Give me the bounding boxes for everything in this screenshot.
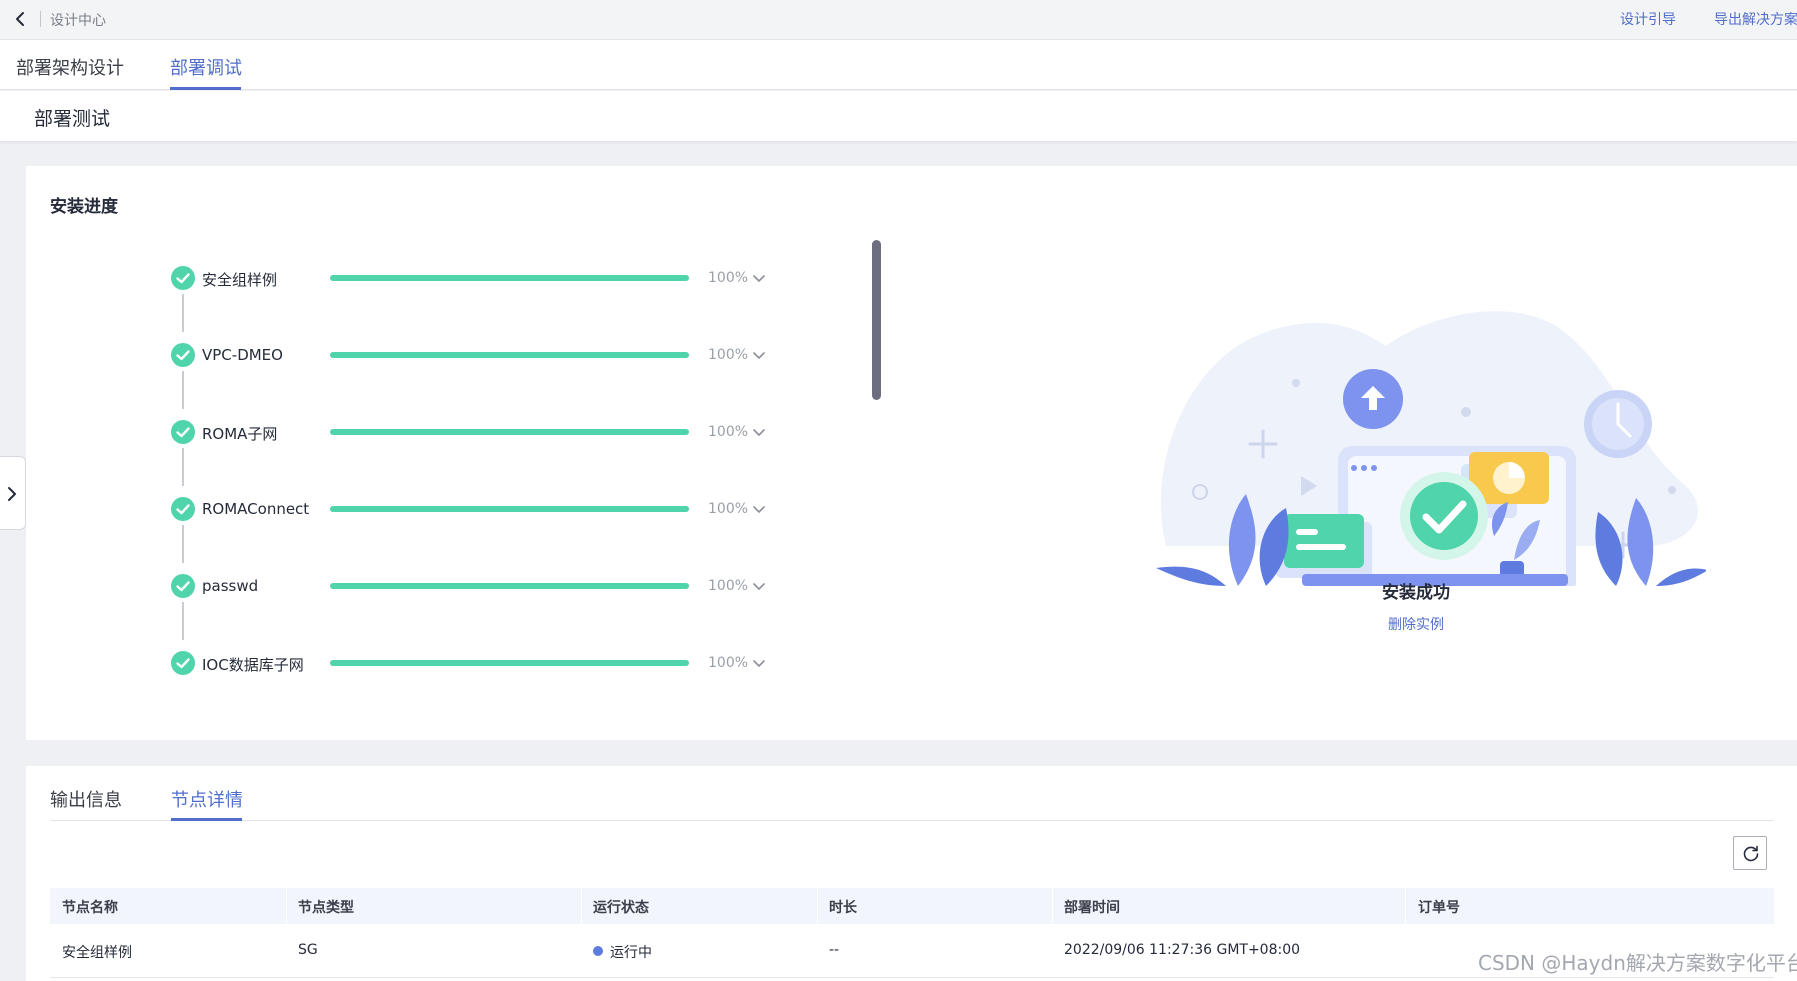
column-divider <box>817 888 818 924</box>
chevron-down-icon[interactable] <box>750 269 768 287</box>
progress-step: IOC数据库子网 100% <box>170 650 810 676</box>
tab-deploy-architecture[interactable]: 部署架构设计 <box>16 54 124 80</box>
table-header: 节点名称 节点类型 运行状态 时长 部署时间 订单号 <box>50 888 1774 924</box>
top-bar: 设计中心 设计引导 导出解决方案 <box>0 0 1797 40</box>
column-header-status: 运行状态 <box>593 900 649 916</box>
chevron-down-icon[interactable] <box>750 577 768 595</box>
main-tabs: 部署架构设计 部署调试 <box>0 40 1797 90</box>
check-circle-icon <box>171 651 195 675</box>
progress-step: ROMA子网 100% <box>170 419 810 445</box>
progress-bar <box>330 583 689 589</box>
progress-step: VPC-DMEO 100% <box>170 342 810 368</box>
column-divider <box>1405 888 1406 924</box>
chevron-right-icon <box>8 487 16 501</box>
step-percent: 100% <box>708 424 749 440</box>
step-label: ROMAConnect <box>202 500 310 518</box>
step-connector <box>182 448 184 486</box>
column-header-duration: 时长 <box>829 900 857 916</box>
progress-step: 安全组样例 100% <box>170 265 810 291</box>
chevron-down-icon[interactable] <box>750 500 768 518</box>
column-header-deploy-time: 部署时间 <box>1064 900 1120 916</box>
column-divider <box>286 888 287 924</box>
cell-node-type: SG <box>298 942 318 958</box>
active-tab-indicator <box>171 818 242 821</box>
install-success-text: 安装成功 <box>1382 583 1450 603</box>
check-circle-icon <box>171 497 195 521</box>
column-header-order-no: 订单号 <box>1418 900 1460 916</box>
step-connector <box>182 294 184 332</box>
progress-bar <box>330 429 689 435</box>
design-guide-link[interactable]: 设计引导 <box>1620 9 1676 29</box>
check-circle-icon <box>171 574 195 598</box>
progress-bar-fill <box>330 352 689 358</box>
column-divider <box>1052 888 1053 924</box>
column-header-node-name: 节点名称 <box>62 900 118 916</box>
step-percent: 100% <box>708 501 749 517</box>
column-header-node-type: 节点类型 <box>298 900 354 916</box>
install-progress-card: 安装进度 安全组样例 100% VPC-DMEO 100% ROMA子网 100… <box>26 166 1797 740</box>
step-connector <box>182 602 184 640</box>
tab-node-details[interactable]: 节点详情 <box>171 786 243 812</box>
progress-bar-fill <box>330 275 689 281</box>
chevron-down-icon[interactable] <box>750 423 768 441</box>
progress-bar-fill <box>330 660 689 666</box>
step-connector <box>182 371 184 409</box>
tab-divider <box>50 820 1774 821</box>
chevron-down-icon[interactable] <box>750 654 768 672</box>
chevron-down-icon[interactable] <box>750 346 768 364</box>
check-circle-icon <box>171 343 195 367</box>
tab-deploy-debug[interactable]: 部署调试 <box>170 54 242 80</box>
breadcrumb[interactable]: 设计中心 <box>50 10 106 30</box>
progress-bar-fill <box>330 506 689 512</box>
cell-duration: -- <box>829 942 840 958</box>
progress-bar-fill <box>330 583 689 589</box>
progress-bar-fill <box>330 429 689 435</box>
progress-bar <box>330 660 689 666</box>
step-label: IOC数据库子网 <box>202 656 304 674</box>
breadcrumb-divider <box>40 11 41 27</box>
progress-bar <box>330 352 689 358</box>
status-text: 运行中 <box>610 945 652 961</box>
refresh-icon <box>1743 845 1759 862</box>
step-label: ROMA子网 <box>202 425 278 443</box>
back-arrow-icon[interactable] <box>12 10 30 28</box>
progress-bar <box>330 506 689 512</box>
refresh-button[interactable] <box>1733 836 1767 870</box>
delete-instance-link[interactable]: 删除实例 <box>1346 614 1486 634</box>
step-percent: 100% <box>708 655 749 671</box>
check-circle-icon <box>171 420 195 444</box>
step-label: 安全组样例 <box>202 271 278 289</box>
step-percent: 100% <box>708 270 749 286</box>
tab-output-info[interactable]: 输出信息 <box>50 786 122 812</box>
check-circle-icon <box>171 266 195 290</box>
page-title: 部署测试 <box>34 108 111 130</box>
step-label: passwd <box>202 577 259 595</box>
progress-bar <box>330 275 689 281</box>
install-success-illustration <box>1156 311 1706 586</box>
cell-node-name: 安全组样例 <box>62 945 132 961</box>
watermark: CSDN @Haydn解决方案数字化平台 <box>1478 951 1797 975</box>
status-dot-icon <box>593 946 603 956</box>
progress-step: ROMAConnect 100% <box>170 496 810 522</box>
progress-step: passwd 100% <box>170 573 810 599</box>
step-label: VPC-DMEO <box>202 346 283 364</box>
sidebar-expand-button[interactable] <box>0 456 26 530</box>
install-progress-title: 安装进度 <box>50 197 118 217</box>
column-divider <box>581 888 582 924</box>
step-percent: 100% <box>708 347 749 363</box>
export-solution-link[interactable]: 导出解决方案 <box>1714 9 1797 29</box>
cell-deploy-time: 2022/09/06 11:27:36 GMT+08:00 <box>1064 942 1301 958</box>
step-connector <box>182 525 184 563</box>
scrollbar-thumb[interactable] <box>872 240 881 400</box>
step-percent: 100% <box>708 578 749 594</box>
active-tab-indicator <box>170 87 241 90</box>
page-subheader: 部署测试 <box>0 91 1797 141</box>
